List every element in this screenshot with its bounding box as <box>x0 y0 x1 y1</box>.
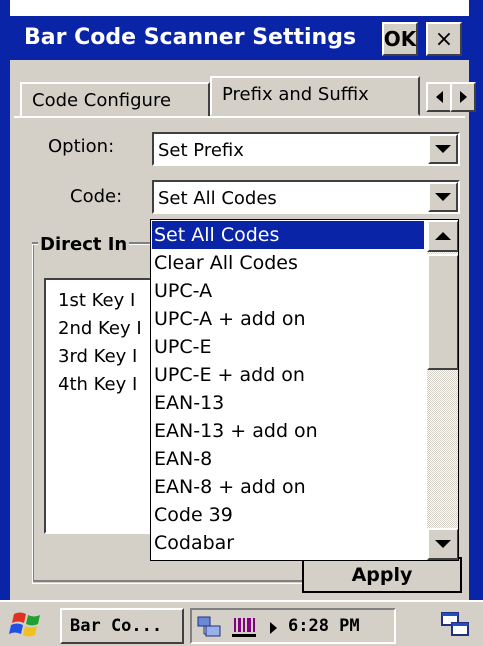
option-select-value: Set Prefix <box>158 140 244 161</box>
system-tray: 6:28 PM <box>190 608 396 644</box>
window-border-left <box>0 0 10 600</box>
dropdown-option[interactable]: UPC-A <box>152 277 424 305</box>
dropdown-option[interactable]: Set All Codes <box>152 221 424 249</box>
list-item[interactable]: 4th Key I <box>58 374 137 395</box>
tab-scroll-right-button[interactable] <box>450 82 476 112</box>
option-select[interactable]: Set Prefix <box>152 132 460 166</box>
dropdown-option[interactable]: Codabar <box>152 529 424 557</box>
tab-code-configure[interactable]: Code Configure <box>20 82 210 116</box>
code-dropdown-list[interactable]: Set All Codes Clear All Codes UPC-A UPC-… <box>150 219 459 561</box>
dropdown-option[interactable]: Code 39 <box>152 501 424 529</box>
chevron-down-icon <box>435 540 451 548</box>
tab-scroll-left-button[interactable] <box>426 82 452 112</box>
dropdown-option[interactable]: UPC-A + add on <box>152 305 424 333</box>
taskbar: Bar Co... 6:28 PM <box>0 600 483 646</box>
close-button[interactable]: × <box>426 22 462 56</box>
ok-button[interactable]: OK <box>382 22 418 56</box>
arrow-right-icon <box>270 622 277 634</box>
tab-panel-edge <box>14 116 465 118</box>
code-select-value: Set All Codes <box>158 188 277 209</box>
code-select-arrow-button[interactable] <box>428 182 458 212</box>
direct-input-group-title: Direct In <box>38 234 130 255</box>
code-label: Code: <box>70 186 123 207</box>
window-title: Bar Code Scanner Settings <box>24 25 357 50</box>
chevron-down-icon <box>435 193 451 201</box>
title-bar: Bar Code Scanner Settings OK × <box>10 16 469 60</box>
list-item[interactable]: 2nd Key I <box>58 318 142 339</box>
scrollbar-thumb[interactable] <box>427 254 458 370</box>
dropdown-scrollbar[interactable] <box>427 220 458 560</box>
dropdown-option[interactable]: EAN-8 <box>152 445 424 473</box>
option-label: Option: <box>48 136 115 157</box>
list-item[interactable]: 3rd Key I <box>58 346 137 367</box>
chevron-down-icon <box>435 145 451 153</box>
dropdown-option[interactable]: UPC-E <box>152 333 424 361</box>
network-icon[interactable] <box>196 614 226 640</box>
option-select-arrow-button[interactable] <box>428 134 458 164</box>
dropdown-option[interactable]: EAN-13 + add on <box>152 417 424 445</box>
code-select[interactable]: Set All Codes <box>152 180 460 214</box>
arrow-left-icon <box>435 91 443 103</box>
dropdown-option[interactable]: EAN-13 <box>152 389 424 417</box>
desktop-icon[interactable] <box>438 610 474 640</box>
scroll-down-button[interactable] <box>427 528 458 560</box>
list-item[interactable]: 1st Key I <box>58 290 135 311</box>
chevron-up-icon <box>435 232 451 240</box>
apply-button[interactable]: Apply <box>302 557 462 593</box>
clock: 6:28 PM <box>288 616 360 636</box>
arrow-right-icon <box>459 91 467 103</box>
windows-flag-icon[interactable] <box>8 610 48 640</box>
screen: Bar Code Scanner Settings OK × Code Conf… <box>0 0 483 646</box>
dropdown-option[interactable]: Clear All Codes <box>152 249 424 277</box>
dropdown-option[interactable]: UPC-E + add on <box>152 361 424 389</box>
tab-prefix-and-suffix[interactable]: Prefix and Suffix <box>210 76 420 116</box>
dropdown-option[interactable]: EAN-8 + add on <box>152 473 424 501</box>
scroll-up-button[interactable] <box>427 220 458 252</box>
taskbar-app-button[interactable]: Bar Co... <box>60 608 184 644</box>
barcode-icon[interactable] <box>230 614 266 640</box>
